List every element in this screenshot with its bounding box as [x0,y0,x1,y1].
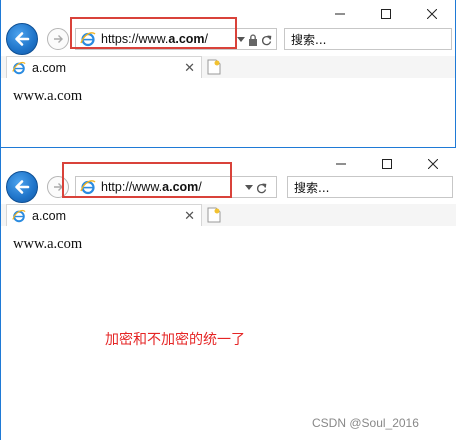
navigation-bar: https://www.a.com/ 搜索... [1,20,455,60]
refresh-button[interactable] [261,35,272,46]
new-tab-button[interactable] [206,206,222,224]
dropdown-button[interactable] [245,185,253,191]
tab-strip: a.com ✕ [1,204,456,226]
page-content-text: www.a.com [13,236,83,252]
address-url: http://www.a.com/ [101,180,202,194]
refresh-icon [262,35,272,45]
tab-title: a.com [32,208,67,223]
forward-arrow-icon [54,183,63,191]
search-input[interactable]: 搜索... [287,176,453,198]
forward-button[interactable] [47,176,69,198]
refresh-button[interactable] [256,183,267,194]
ie-logo-icon [80,180,96,195]
back-arrow-icon [15,32,30,46]
close-icon [427,9,437,19]
tab-active[interactable]: a.com ✕ [6,204,202,226]
forward-button[interactable] [47,28,69,50]
forward-arrow-icon [54,35,63,43]
minimize-icon [335,13,345,15]
dropdown-icon [237,37,245,42]
refresh-icon [257,183,267,193]
browser-window-http: http://www.a.com/ 搜索... a.com ✕ www.a.co… [0,148,456,440]
tab-active[interactable]: a.com ✕ [6,56,202,78]
new-tab-icon [207,207,221,223]
tab-title: a.com [32,60,67,75]
tab-close-icon[interactable]: ✕ [184,208,195,224]
ie-logo-icon [12,209,26,222]
dropdown-button[interactable] [237,37,245,43]
tab-strip: a.com ✕ [1,56,455,78]
ie-logo-icon [80,32,96,47]
watermark: CSDN @Soul_2016 [312,416,419,430]
back-button[interactable] [6,23,38,55]
lock-icon [249,34,257,46]
browser-window-https: https://www.a.com/ 搜索... a.com ✕ www.a.c… [0,0,456,148]
annotation-text: 加密和不加密的统一了 [105,332,245,348]
search-input[interactable]: 搜索... [284,28,452,50]
new-tab-button[interactable] [206,58,222,76]
address-url: https://www.a.com/ [101,32,209,46]
dropdown-icon [245,185,253,190]
maximize-icon [381,9,391,19]
back-arrow-icon [15,180,30,194]
tab-close-icon[interactable]: ✕ [184,60,195,76]
ie-logo-icon [12,61,26,74]
navigation-bar: http://www.a.com/ 搜索... [1,168,456,208]
back-button[interactable] [6,171,38,203]
page-content-text: www.a.com [13,88,83,104]
lock-button[interactable] [248,34,258,46]
new-tab-icon [207,59,221,75]
